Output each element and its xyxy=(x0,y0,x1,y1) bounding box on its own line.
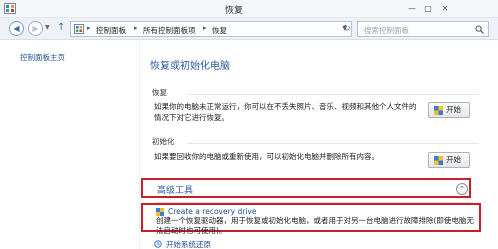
recover-description: 如果你的电脑未正常运行，你可以在不丢失照片、音乐、视频和其他个人文件的情况下对它… xyxy=(154,102,417,122)
breadcrumb-separator-icon: ▸ xyxy=(87,24,91,32)
recovery-drive-description: 创建一个恢复驱动器，用于恢复或初始化电脑，或者用于对另一台电脑进行故障排除(即使… xyxy=(156,216,474,235)
search-input[interactable]: 搜索控制面板 xyxy=(364,25,409,36)
breadcrumb-separator-icon: ▸ xyxy=(203,24,207,32)
refresh-button[interactable]: ↻ xyxy=(343,24,351,34)
main-content: 恢复或初始化电脑 恢复 如果你的电脑未正常运行，你可以在不丢失照片、音乐、视频和… xyxy=(141,41,498,249)
breadcrumb-control-panel[interactable]: 控制面板 xyxy=(96,25,126,36)
control-panel-icon xyxy=(4,3,16,14)
recovery-drive-item: Create a recovery drive 创建一个恢复驱动器，用于恢复或初… xyxy=(141,203,481,235)
chevron-up-icon[interactable]: ⌃ xyxy=(456,183,468,195)
breadcrumb-separator-icon: ▸ xyxy=(134,24,138,32)
maximize-button[interactable]: □ xyxy=(420,3,436,15)
divider xyxy=(187,94,479,95)
reset-start-label: 开始 xyxy=(446,155,461,164)
breadcrumb-recovery[interactable]: 恢复 xyxy=(212,25,227,36)
reset-description: 如果要回收你的电脑或重新使用，可以初始化电脑并删除所有内容。 xyxy=(154,152,379,161)
search-icon[interactable] xyxy=(475,25,484,34)
create-recovery-drive-link[interactable]: Create a recovery drive xyxy=(168,207,256,216)
system-restore-icon xyxy=(154,240,162,248)
shield-icon xyxy=(156,208,164,216)
arrow-left-icon: ◀ xyxy=(13,24,20,33)
forward-button[interactable]: ▶ xyxy=(28,21,43,36)
control-panel-icon xyxy=(74,24,84,34)
recent-pages-dropdown[interactable]: ▼ xyxy=(45,24,50,31)
section-heading-recover: 恢复 xyxy=(152,88,167,97)
arrow-right-icon: ▶ xyxy=(32,24,39,33)
reset-start-button[interactable]: 开始 xyxy=(428,152,470,168)
close-button[interactable]: ✕ xyxy=(436,3,454,15)
divider xyxy=(187,143,479,144)
section-heading-reset: 初始化 xyxy=(152,137,175,146)
minimize-button[interactable]: — xyxy=(404,3,420,15)
shield-icon xyxy=(434,156,443,165)
search-box[interactable]: 搜索控制面板 xyxy=(357,21,489,37)
title-bar: 恢复 — □ ✕ xyxy=(0,0,498,18)
advanced-tools-header[interactable]: 高级工具 ⌃ xyxy=(141,178,471,198)
refresh-icon: ↻ xyxy=(343,24,351,34)
window-title: 恢复 xyxy=(225,6,244,16)
recover-start-label: 开始 xyxy=(446,105,461,114)
left-pane: 控制面板主页 xyxy=(0,41,140,249)
control-panel-home-link[interactable]: 控制面板主页 xyxy=(20,52,65,63)
back-button[interactable]: ◀ xyxy=(9,21,24,36)
advanced-tools-title: 高级工具 xyxy=(157,186,194,196)
recover-start-button[interactable]: 开始 xyxy=(428,102,470,118)
shield-icon xyxy=(434,106,443,115)
arrow-up-icon: ↑ xyxy=(57,22,66,33)
page-title: 恢复或初始化电脑 xyxy=(150,61,230,72)
breadcrumb-all-items[interactable]: 所有控制面板项 xyxy=(143,25,196,36)
address-bar[interactable]: ▸ 控制面板 ▸ 所有控制面板项 ▸ 恢复 ▼ xyxy=(70,21,352,37)
system-restore-link[interactable]: 开始系统还原 xyxy=(166,239,211,249)
up-button[interactable]: ↑ xyxy=(57,22,65,33)
navigation-bar: ◀ ▶ ▼ ↑ ▸ 控制面板 ▸ 所有控制面板项 ▸ 恢复 ▼ ↻ 搜索控制面板 xyxy=(0,18,498,40)
